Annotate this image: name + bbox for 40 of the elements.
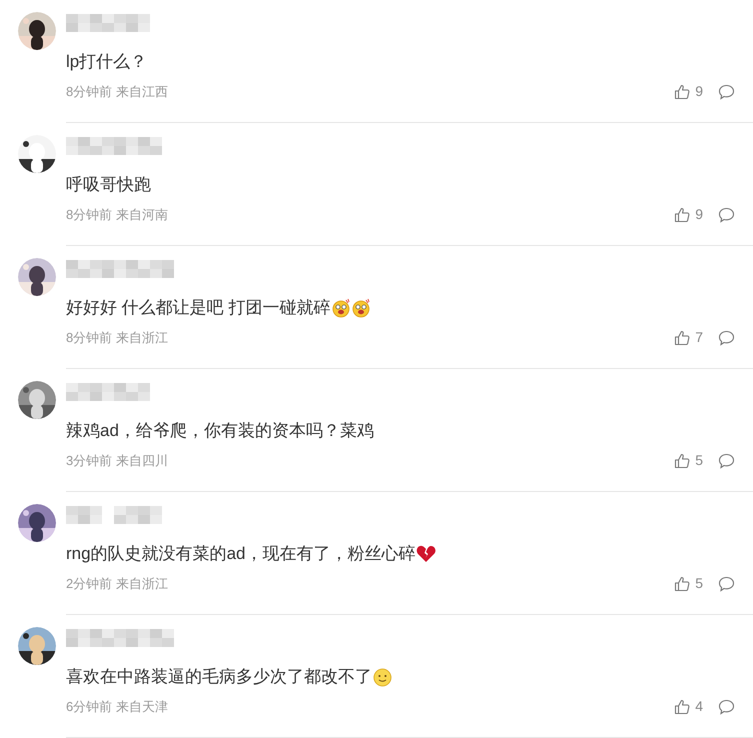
comment-time: 8分钟前 — [66, 328, 112, 347]
comment-icon[interactable] — [718, 330, 735, 346]
comment-icon[interactable] — [718, 698, 735, 714]
comment-icon[interactable] — [718, 84, 735, 100]
comment-location: 来自四川 — [116, 452, 168, 470]
thumbs-up-icon[interactable] — [674, 576, 690, 592]
comment-text: 喜欢在中路装逼的毛病多少次了都改不了 — [66, 666, 372, 688]
broken-heart-icon — [416, 545, 436, 563]
comment-time: 6分钟前 — [66, 698, 112, 716]
like-count: 7 — [695, 328, 703, 347]
comment-time: 2分钟前 — [66, 574, 112, 593]
like-count: 4 — [695, 697, 703, 716]
like-count: 5 — [695, 451, 703, 470]
comment-location: 来自浙江 — [116, 574, 168, 593]
comment-text: 辣鸡ad，给爷爬，你有装的资本吗？菜鸡 — [66, 420, 374, 442]
smiling-face-icon — [373, 668, 392, 686]
like-count: 9 — [695, 205, 703, 224]
like-count: 5 — [695, 574, 703, 593]
comment-icon[interactable] — [718, 576, 735, 592]
comment-location: 来自浙江 — [116, 328, 168, 347]
comment-icon[interactable] — [718, 206, 735, 222]
thumbs-up-icon[interactable] — [674, 84, 690, 100]
laughing-face-icon — [351, 298, 372, 318]
comment-text: 好好好 什么都让是吧 打团一碰就碎 — [66, 297, 330, 319]
thumbs-up-icon[interactable] — [674, 698, 690, 714]
comment-location: 来自河南 — [116, 206, 168, 224]
thumbs-up-icon[interactable] — [674, 206, 690, 222]
comment-time: 8分钟前 — [66, 82, 112, 101]
comment-location: 来自江西 — [116, 82, 168, 101]
comment-text: rng的队史就没有菜的ad，现在有了，粉丝心碎 — [66, 543, 416, 565]
thumbs-up-icon[interactable] — [674, 452, 690, 468]
laughing-face-icon — [331, 298, 352, 318]
thumbs-up-icon[interactable] — [674, 330, 690, 346]
like-count: 9 — [695, 82, 703, 101]
comment-text: lp打什么？ — [66, 51, 148, 73]
comment-location: 来自天津 — [116, 698, 168, 716]
comment-time: 8分钟前 — [66, 206, 112, 224]
comment-time: 3分钟前 — [66, 452, 112, 470]
comment-text: 呼吸哥快跑 — [66, 174, 151, 196]
comment-icon[interactable] — [718, 452, 735, 468]
